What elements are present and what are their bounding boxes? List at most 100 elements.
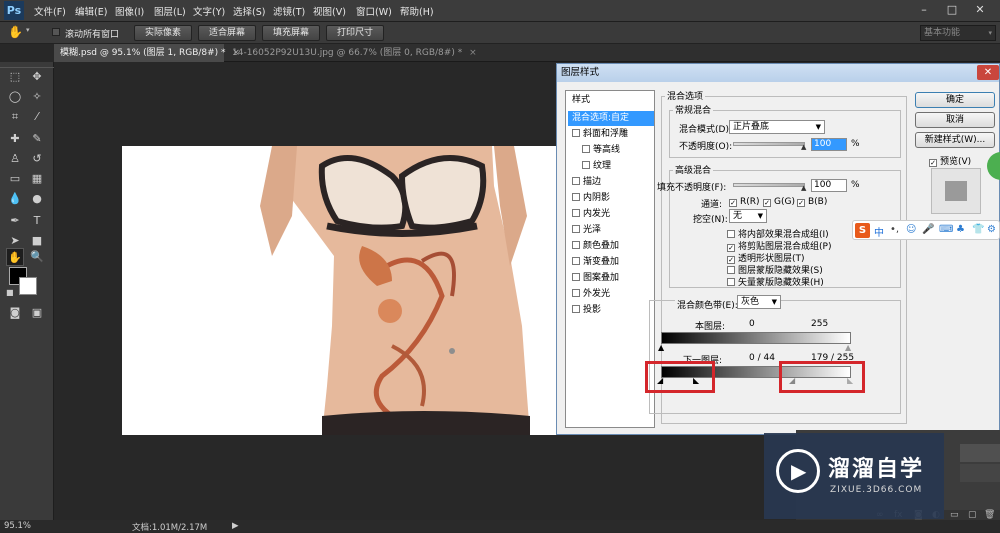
style-checkbox[interactable] — [582, 161, 590, 169]
styles-header[interactable]: 样式 — [568, 93, 654, 108]
hand-tool-icon[interactable]: ✋ — [6, 248, 24, 266]
crop-tool-icon[interactable]: ⌗ — [6, 108, 24, 126]
emoji-icon[interactable]: ☺ — [906, 224, 916, 235]
style-outer-glow[interactable]: 外发光 — [568, 287, 654, 302]
style-checkbox[interactable] — [572, 209, 580, 217]
slider-handle-icon[interactable]: ▲ — [801, 143, 806, 151]
pen-tool-icon[interactable]: ✒ — [6, 212, 24, 230]
channel-g[interactable]: ✓ G(G) — [763, 197, 795, 207]
layer-row[interactable] — [960, 444, 1000, 462]
default-colors-icon[interactable]: ■ — [6, 288, 14, 297]
opacity-slider[interactable] — [733, 142, 805, 146]
style-checkbox[interactable] — [572, 225, 580, 233]
dialog-title[interactable]: 图层样式 — [557, 64, 999, 82]
folder-icon[interactable]: ▭ — [950, 510, 959, 520]
hand-tool-icon[interactable]: ✋ — [8, 25, 23, 39]
channel-b[interactable]: ✓ B(B) — [797, 197, 827, 207]
actual-pixels-button[interactable]: 实际像素 — [134, 25, 192, 41]
style-satin[interactable]: 光泽 — [568, 223, 654, 238]
option-checkbox[interactable] — [727, 266, 735, 274]
fill-screen-button[interactable]: 填充屏幕 — [262, 25, 320, 41]
shirt-icon[interactable]: 👕 — [972, 224, 984, 235]
opacity-input[interactable]: 100 — [811, 138, 847, 151]
ime-lang-indicator[interactable]: 中 — [874, 224, 884, 239]
style-checkbox[interactable] — [572, 273, 580, 281]
new-layer-icon[interactable]: ▢ — [968, 510, 977, 520]
checkbox-checked-icon[interactable]: ✓ — [763, 199, 771, 207]
spot-healing-tool-icon[interactable]: ✚ — [6, 130, 24, 148]
move-tool-icon[interactable]: ✥ — [28, 68, 46, 86]
style-drop-shadow[interactable]: 投影 — [568, 303, 654, 318]
close-window-button[interactable]: ✕ — [968, 0, 992, 20]
dodge-tool-icon[interactable]: ● — [28, 190, 46, 208]
status-menu-arrow-icon[interactable]: ▶ — [232, 521, 239, 531]
knockout-select[interactable]: 无 ▼ — [729, 209, 767, 223]
tab-jpg-document[interactable]: 14-16052P92U13U.jpg @ 66.7% (图层 0, RGB/8… — [226, 44, 477, 62]
blur-tool-icon[interactable]: 💧 — [6, 190, 24, 208]
zoom-level[interactable]: 95.1% — [4, 521, 31, 531]
print-size-button[interactable]: 打印尺寸 — [326, 25, 384, 41]
style-checkbox[interactable] — [572, 241, 580, 249]
fill-opacity-slider[interactable] — [733, 183, 805, 187]
style-inner-shadow[interactable]: 内阴影 — [568, 191, 654, 206]
punctuation-icon[interactable]: •, — [890, 224, 899, 235]
minimize-button[interactable]: – — [912, 0, 936, 20]
menu-type[interactable]: 文字(Y) — [193, 4, 225, 18]
menu-help[interactable]: 帮助(H) — [400, 4, 434, 18]
option-checkbox[interactable] — [727, 230, 735, 238]
menu-filter[interactable]: 滤镜(T) — [273, 4, 305, 18]
trash-icon[interactable]: 🗑 — [984, 510, 995, 520]
ok-button[interactable]: 确定 — [915, 92, 995, 108]
eraser-tool-icon[interactable]: ▭ — [6, 170, 24, 188]
cancel-button[interactable]: 取消 — [915, 112, 995, 128]
style-checkbox[interactable] — [572, 177, 580, 185]
blend-mode-select[interactable]: 正片叠底 ▼ — [729, 120, 825, 134]
style-checkbox[interactable] — [572, 305, 580, 313]
menu-edit[interactable]: 编辑(E) — [75, 4, 107, 18]
keyboard-icon[interactable]: ⌨ — [939, 224, 953, 235]
menu-file[interactable]: 文件(F) — [34, 4, 66, 18]
option-vector-mask-hides[interactable]: 矢量蒙版隐藏效果(H) — [727, 275, 824, 288]
tools-icon[interactable]: ⚙ — [987, 224, 996, 235]
tool-preset-dropdown-icon[interactable]: ▾ — [26, 26, 30, 34]
screen-mode-icon[interactable]: ▣ — [28, 304, 46, 322]
this-layer-black-slider-icon[interactable]: ▲ — [658, 343, 664, 352]
style-checkbox[interactable] — [572, 193, 580, 201]
menu-layer[interactable]: 图层(L) — [154, 4, 186, 18]
blend-if-select[interactable]: 灰色 ▼ — [737, 295, 781, 309]
style-color-overlay[interactable]: 颜色叠加 — [568, 239, 654, 254]
quick-mask-icon[interactable]: ◙ — [6, 304, 24, 322]
lasso-tool-icon[interactable]: ◯ — [6, 88, 24, 106]
style-bevel-emboss[interactable]: 斜面和浮雕 — [568, 127, 654, 142]
eyedropper-tool-icon[interactable]: ⁄ — [28, 108, 46, 126]
menu-select[interactable]: 选择(S) — [233, 4, 265, 18]
gradient-tool-icon[interactable]: ▦ — [28, 170, 46, 188]
option-checkbox[interactable] — [727, 278, 735, 286]
style-blending-options[interactable]: 混合选项:自定 — [568, 111, 654, 126]
checkbox-checked-icon[interactable]: ✓ — [729, 199, 737, 207]
style-texture[interactable]: 纹理 — [568, 159, 654, 174]
dialog-close-button[interactable]: ✕ — [977, 65, 999, 80]
menu-view[interactable]: 视图(V) — [313, 4, 346, 18]
sogou-logo[interactable]: S — [855, 223, 870, 238]
slider-handle-icon[interactable]: ▲ — [801, 184, 806, 192]
checkbox-checked-icon[interactable]: ✓ — [929, 159, 937, 167]
background-color-swatch[interactable] — [19, 277, 37, 295]
type-tool-icon[interactable]: T — [28, 212, 46, 230]
style-contour[interactable]: 等高线 — [568, 143, 654, 158]
menu-image[interactable]: 图像(I) — [115, 4, 144, 18]
skin-icon[interactable]: ♣ — [956, 224, 965, 235]
style-pattern-overlay[interactable]: 图案叠加 — [568, 271, 654, 286]
workspace-select[interactable]: 基本功能 ▾ — [920, 25, 996, 41]
channel-r[interactable]: ✓ R(R) — [729, 197, 760, 207]
history-brush-tool-icon[interactable]: ↺ — [28, 150, 46, 168]
preview-checkbox[interactable]: ✓ 预览(V) — [929, 154, 971, 167]
layer-row[interactable] — [960, 464, 1000, 482]
clone-stamp-tool-icon[interactable]: ♙ — [6, 150, 24, 168]
fill-opacity-input[interactable]: 100 — [811, 179, 847, 192]
tab-blur-psd[interactable]: 模糊.psd @ 95.1% (图层 1, RGB/8#) * × — [54, 44, 240, 62]
style-checkbox[interactable] — [572, 257, 580, 265]
magic-wand-tool-icon[interactable]: ✧ — [28, 88, 46, 106]
fit-screen-button[interactable]: 适合屏幕 — [198, 25, 256, 41]
style-checkbox[interactable] — [572, 129, 580, 137]
